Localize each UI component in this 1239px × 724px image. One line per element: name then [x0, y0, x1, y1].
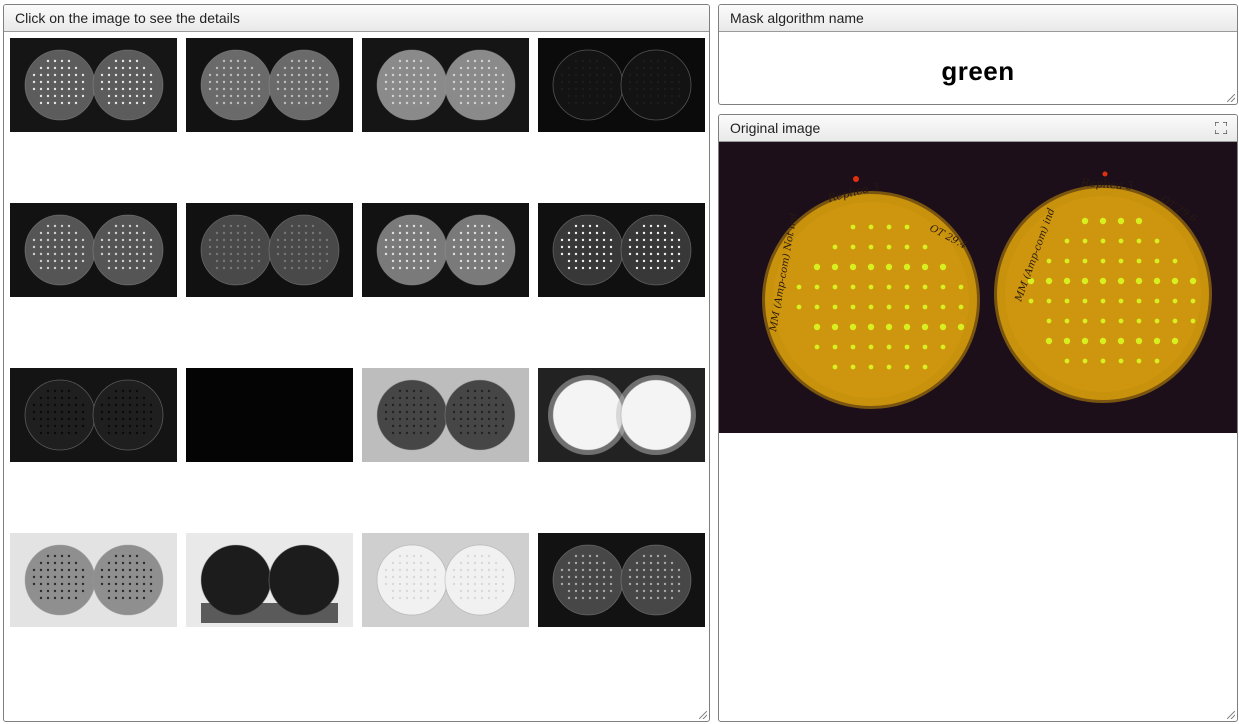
thumbnail-13[interactable] — [10, 533, 177, 627]
thumbnail-1[interactable] — [10, 38, 177, 132]
mask-panel-header: Mask algorithm name — [719, 5, 1237, 32]
thumbnail-6[interactable] — [186, 203, 353, 297]
mask-algorithm-name: green — [941, 56, 1015, 86]
thumbnail-7[interactable] — [362, 203, 529, 297]
thumbnail-15[interactable] — [362, 533, 529, 627]
gallery-panel: Click on the image to see the details — [3, 4, 710, 722]
thumbnail-12[interactable] — [538, 368, 705, 462]
gallery-panel-title: Click on the image to see the details — [15, 10, 240, 26]
thumbnail-10[interactable] — [186, 368, 353, 462]
thumbnail-14[interactable] — [186, 533, 353, 627]
thumbnail-3[interactable] — [362, 38, 529, 132]
thumbnail-4[interactable] — [538, 38, 705, 132]
original-image: Replica 3OT 29.4MM (Amp-com) Not indRepl… — [719, 142, 1237, 433]
resize-handle[interactable] — [1227, 94, 1235, 102]
resize-handle[interactable] — [699, 711, 707, 719]
thumbnail-11[interactable] — [362, 368, 529, 462]
thumbnail-9[interactable] — [10, 368, 177, 462]
resize-handle[interactable] — [1227, 711, 1235, 719]
thumbnail-2[interactable] — [186, 38, 353, 132]
original-image-header: Original image — [719, 115, 1237, 142]
gallery-panel-header: Click on the image to see the details — [4, 5, 709, 32]
mask-panel-title: Mask algorithm name — [730, 10, 864, 26]
original-image-panel: Original image Replica 3 OT 29.4 MM (Amp-c… — [718, 114, 1238, 722]
thumbnail-5[interactable] — [10, 203, 177, 297]
thumbnail-8[interactable] — [538, 203, 705, 297]
thumbnail-16[interactable] — [538, 533, 705, 627]
expand-icon[interactable] — [1215, 122, 1227, 134]
mask-panel: Mask algorithm name green — [718, 4, 1238, 105]
original-image-title: Original image — [730, 120, 821, 136]
